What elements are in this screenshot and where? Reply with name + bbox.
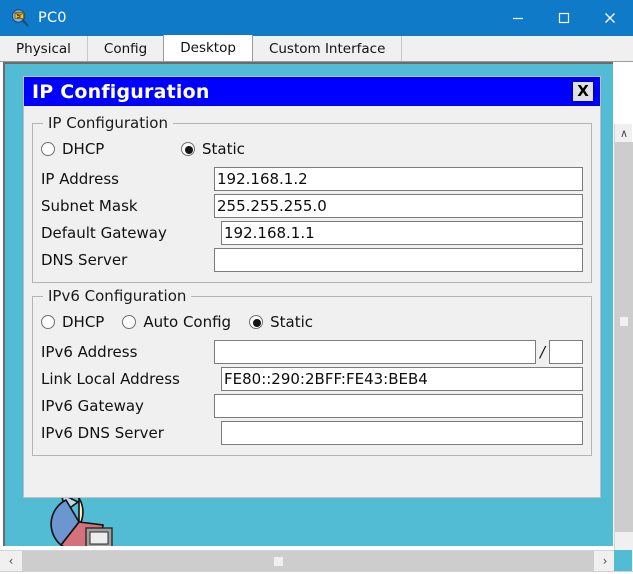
ipv6-gateway-input[interactable]	[214, 394, 583, 418]
radio-indicator	[41, 315, 55, 329]
ip-address-row: IP Address 192.168.1.2	[41, 166, 583, 192]
ipv6-address-input[interactable]	[214, 340, 536, 364]
radio-indicator-selected	[181, 142, 195, 156]
ipv6-mode-radio-group: DHCP Auto Config Static	[41, 309, 583, 335]
close-button[interactable]	[587, 0, 633, 36]
scrollbar-corner	[614, 550, 632, 571]
ipv6-address-label: IPv6 Address	[41, 343, 138, 361]
default-gateway-row: Default Gateway 192.168.1.1	[41, 220, 583, 246]
link-local-address-label: Link Local Address	[41, 370, 180, 388]
tab-desktop[interactable]: Desktop	[163, 35, 253, 61]
tab-label: Custom Interface	[268, 40, 386, 57]
dns-server-input[interactable]	[214, 248, 583, 272]
ipv6-radio-static[interactable]: Static	[249, 313, 313, 331]
scroll-right-icon[interactable]: ›	[594, 551, 616, 571]
link-local-address-input[interactable]: FE80::290:2BFF:FE43:BEB4	[221, 367, 583, 391]
ip-configuration-dialog: IP Configuration X IP Configuration DHCP	[23, 76, 601, 498]
desktop-canvas: Dialer Editor Firewall IP Configuration …	[3, 62, 613, 546]
vertical-scroll-thumb[interactable]	[615, 142, 633, 532]
desktop-tab-content: Dialer Editor Firewall IP Configuration …	[0, 62, 633, 574]
radio-label: Static	[270, 313, 313, 331]
window-title: PC0	[38, 10, 67, 26]
tab-label: Desktop	[180, 40, 236, 56]
link-local-address-row: Link Local Address FE80::290:2BFF:FE43:B…	[41, 366, 583, 392]
radio-label: Auto Config	[143, 313, 232, 331]
tab-physical[interactable]: Physical	[0, 36, 88, 61]
window-titlebar: S PC0	[0, 0, 633, 36]
ipv4-configuration-group: IP Configuration DHCP Static IP Address …	[32, 114, 592, 283]
default-gateway-input[interactable]: 192.168.1.1	[221, 221, 583, 245]
ipv6-radio-dhcp[interactable]: DHCP	[41, 313, 104, 331]
dns-server-label: DNS Server	[41, 251, 128, 269]
radio-label: Static	[202, 140, 245, 158]
tab-custom-interface[interactable]: Custom Interface	[252, 36, 403, 61]
ipv6-configuration-group: IPv6 Configuration DHCP Auto Config Stat…	[32, 287, 592, 456]
ipv6-gateway-row: IPv6 Gateway	[41, 393, 583, 419]
tab-label: Config	[103, 40, 148, 57]
vertical-scrollbar[interactable]: ∧ ∨	[614, 124, 633, 574]
traffic-generator-icon[interactable]	[38, 492, 120, 546]
ipv6-dns-server-input[interactable]	[221, 421, 583, 445]
horizontal-thumb-grip	[274, 557, 283, 566]
ipv6-prefix-separator: /	[539, 343, 545, 361]
maximize-button[interactable]	[541, 0, 587, 36]
minimize-button[interactable]	[495, 0, 541, 36]
subnet-mask-input[interactable]: 255.255.255.0	[214, 194, 583, 218]
svg-text:S: S	[16, 12, 21, 20]
radio-indicator	[41, 142, 55, 156]
device-tabs: Physical Config Desktop Custom Interface	[0, 35, 633, 62]
pc-device-window: S PC0 Physical Config Desktop Custom Int…	[0, 0, 633, 574]
vertical-scroll-track[interactable]	[615, 142, 633, 574]
subnet-mask-row: Subnet Mask 255.255.255.0	[41, 193, 583, 219]
ipv4-mode-radio-group: DHCP Static	[41, 136, 583, 162]
ipv6-prefix-length-input[interactable]	[549, 340, 583, 364]
default-gateway-label: Default Gateway	[41, 224, 167, 242]
subnet-mask-label: Subnet Mask	[41, 197, 138, 215]
tab-label: Physical	[16, 40, 71, 57]
radio-indicator-selected	[249, 315, 264, 329]
ipv6-radio-auto-config[interactable]: Auto Config	[122, 313, 231, 331]
radio-label: DHCP	[62, 313, 105, 331]
horizontal-scrollbar[interactable]: ‹ ›	[0, 550, 616, 571]
radio-label: DHCP	[62, 140, 105, 158]
ipv6-dns-server-row: IPv6 DNS Server	[41, 420, 583, 446]
ipv4-radio-static[interactable]: Static	[181, 140, 245, 158]
dialog-body: IP Configuration DHCP Static IP Address …	[24, 106, 600, 456]
packet-tracer-pc-icon: S	[10, 8, 30, 28]
dialog-titlebar: IP Configuration X	[24, 77, 600, 106]
tab-config[interactable]: Config	[87, 36, 165, 61]
scroll-left-icon[interactable]: ‹	[0, 551, 22, 571]
ipv6-group-legend: IPv6 Configuration	[48, 287, 187, 305]
ipv6-dns-server-label: IPv6 DNS Server	[41, 424, 164, 442]
ip-address-label: IP Address	[41, 170, 119, 188]
ipv4-radio-dhcp[interactable]: DHCP	[41, 140, 181, 158]
window-controls	[495, 0, 633, 36]
dialog-title: IP Configuration	[32, 80, 210, 103]
dialog-close-button[interactable]: X	[571, 80, 595, 103]
ip-address-input[interactable]: 192.168.1.2	[214, 167, 583, 191]
scroll-up-icon[interactable]: ∧	[615, 124, 633, 142]
ipv4-group-legend: IP Configuration	[48, 114, 168, 132]
ipv6-address-row: IPv6 Address /	[41, 339, 583, 365]
ipv6-gateway-label: IPv6 Gateway	[41, 397, 144, 415]
vertical-thumb-grip	[620, 317, 628, 326]
radio-indicator	[122, 315, 137, 329]
horizontal-scroll-track[interactable]	[22, 551, 594, 571]
dns-server-row: DNS Server	[41, 247, 583, 273]
